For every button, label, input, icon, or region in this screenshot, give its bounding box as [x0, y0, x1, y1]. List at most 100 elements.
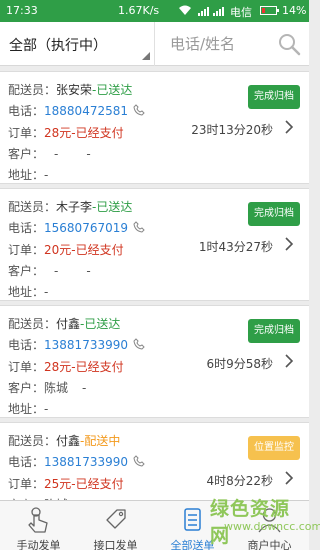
order-amount: 28元	[44, 126, 72, 140]
address-label: 地址：	[8, 402, 45, 416]
address-label: 地址：	[8, 285, 45, 299]
order-label: 订单：	[8, 477, 45, 491]
customer-label: 客户：	[8, 381, 45, 395]
address-value: -	[44, 168, 49, 182]
chevron-right-icon[interactable]	[284, 470, 294, 486]
customer-extra: -	[86, 147, 91, 161]
order-row: 订单：20元-已经支付	[8, 241, 124, 258]
courier-row: 配送员：张安荣-已送达	[8, 81, 132, 98]
tag-icon	[106, 509, 126, 529]
phone-number[interactable]: 13881733990	[44, 455, 128, 469]
status-time: 17:33	[6, 4, 38, 17]
delivery-status: -已送达	[92, 83, 133, 97]
archive-button[interactable]: 完成归档	[248, 202, 300, 226]
status-filter-value: 全部（执行中）	[9, 38, 107, 54]
delivery-status: -已送达	[92, 200, 133, 214]
customer-name: -	[54, 147, 59, 161]
elapsed-timer: 23时13分20秒	[191, 123, 273, 137]
order-amount: 20元	[44, 243, 72, 257]
tab-api-dispatch[interactable]: 接口发单	[77, 501, 154, 550]
archive-button[interactable]: 完成归档	[248, 85, 300, 109]
courier-label: 配送员：	[8, 200, 57, 214]
tab-label: 接口发单	[93, 539, 138, 550]
site-watermark: 绿色资源网 www.downcc.com	[210, 494, 320, 547]
order-card[interactable]: 配送员：木子李-已送达 电话：15680767019 订单：20元-已经支付 客…	[0, 188, 309, 301]
courier-label: 配送员：	[8, 434, 57, 448]
order-card[interactable]: 配送员：付鑫-配送中 电话：13881733990 订单：25元-已经支付 客户…	[0, 422, 309, 500]
search-box	[156, 22, 309, 66]
location-monitor-button[interactable]: 位置监控	[248, 436, 300, 460]
phone-icon[interactable]	[133, 104, 145, 116]
phone-label: 电话：	[8, 221, 45, 235]
elapsed-timer: 6时9分58秒	[206, 357, 273, 371]
payment-status: -已经支付	[71, 360, 124, 374]
courier-name: 木子李	[56, 200, 93, 214]
customer-label: 客户：	[8, 147, 45, 161]
courier-label: 配送员：	[8, 317, 57, 331]
order-label: 订单：	[8, 243, 45, 257]
order-amount: 28元	[44, 360, 72, 374]
courier-name: 付鑫	[56, 434, 81, 448]
payment-status: -已经支付	[71, 126, 124, 140]
phone-number[interactable]: 15680767019	[44, 221, 128, 235]
carrier-label: 电信	[230, 6, 252, 19]
phone-number[interactable]: 13881733990	[44, 338, 128, 352]
filter-bar: 全部（执行中）	[0, 22, 309, 66]
courier-row: 配送员：付鑫-已送达	[8, 315, 120, 332]
customer-row: 客户：陈城-	[8, 379, 86, 396]
order-list: 配送员：张安荣-已送达 电话：18880472581 订单：28元-已经支付 客…	[0, 66, 309, 500]
order-label: 订单：	[8, 360, 45, 374]
order-row: 订单：28元-已经支付	[8, 358, 124, 375]
chevron-right-icon[interactable]	[284, 236, 294, 252]
address-row: 地址：-	[8, 166, 48, 183]
elapsed-timer: 4时8分22秒	[206, 474, 273, 488]
delivery-status: -配送中	[80, 434, 121, 448]
battery-icon	[260, 6, 279, 15]
courier-name: 张安荣	[56, 83, 93, 97]
phone-number[interactable]: 18880472581	[44, 104, 128, 118]
customer-row: 客户： - -	[8, 262, 91, 279]
archive-button[interactable]: 完成归档	[248, 319, 300, 343]
watermark-url: www.downcc.com	[224, 520, 320, 533]
phone-label: 电话：	[8, 455, 45, 469]
customer-row: 客户： - -	[8, 145, 91, 162]
customer-name: 陈城	[44, 381, 69, 395]
phone-icon[interactable]	[133, 455, 145, 467]
tab-manual-dispatch[interactable]: 手动发单	[0, 501, 77, 550]
courier-label: 配送员：	[8, 83, 57, 97]
document-list-icon	[184, 508, 201, 531]
phone-row: 电话：15680767019	[8, 219, 145, 236]
order-card[interactable]: 配送员：张安荣-已送达 电话：18880472581 订单：28元-已经支付 客…	[0, 71, 309, 184]
chevron-right-icon[interactable]	[284, 353, 294, 369]
search-input[interactable]	[170, 31, 280, 57]
delivery-status: -已送达	[80, 317, 121, 331]
network-speed: 1.67K/s	[118, 4, 160, 17]
order-card[interactable]: 配送员：付鑫-已送达 电话：13881733990 订单：28元-已经支付 客户…	[0, 305, 309, 418]
wifi-icon	[179, 5, 191, 15]
phone-icon[interactable]	[133, 338, 145, 350]
chevron-right-icon[interactable]	[284, 119, 294, 135]
phone-row: 电话：13881733990	[8, 453, 145, 470]
address-value: -	[44, 402, 49, 416]
phone-label: 电话：	[8, 104, 45, 118]
courier-name: 付鑫	[56, 317, 81, 331]
hand-tap-icon	[28, 507, 48, 533]
order-amount: 25元	[44, 477, 72, 491]
address-label: 地址：	[8, 168, 45, 182]
status-bar: 17:33 1.67K/s 电信 14%	[0, 0, 309, 22]
search-icon[interactable]	[277, 32, 301, 56]
battery-percent: 14%	[282, 4, 307, 17]
courier-row: 配送员：木子李-已送达	[8, 198, 132, 215]
address-row: 地址：-	[8, 400, 48, 417]
status-filter-dropdown[interactable]: 全部（执行中）	[0, 22, 155, 66]
order-row: 订单：25元-已经支付	[8, 475, 124, 492]
order-row: 订单：28元-已经支付	[8, 124, 124, 141]
phone-icon[interactable]	[133, 221, 145, 233]
phone-row: 电话：13881733990	[8, 336, 145, 353]
address-row: 地址：-	[8, 283, 48, 300]
customer-name: -	[54, 264, 59, 278]
customer-extra: -	[86, 264, 91, 278]
order-label: 订单：	[8, 126, 45, 140]
dropdown-corner-icon	[142, 52, 150, 60]
tab-label: 手动发单	[16, 539, 61, 550]
